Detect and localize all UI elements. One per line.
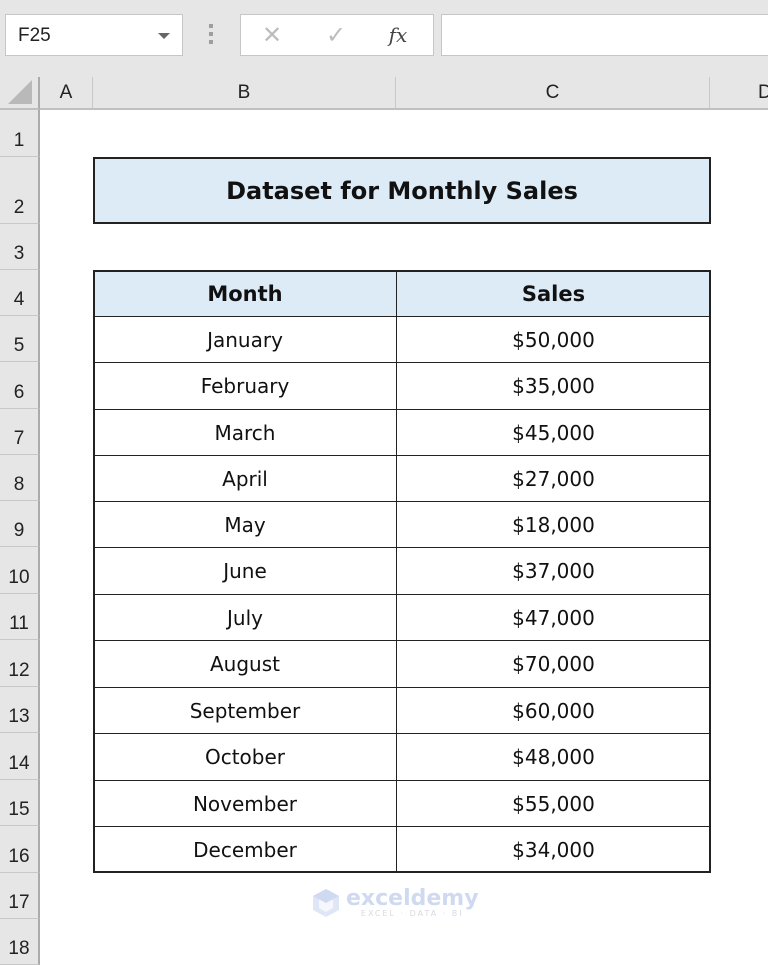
formula-bar: F25 ✕ ✓ fx (0, 0, 768, 77)
sales-cell[interactable]: $50,000 (396, 316, 711, 363)
row-header[interactable]: 13 (0, 687, 40, 733)
header-month[interactable]: Month (93, 270, 397, 317)
row-header[interactable]: 18 (0, 919, 40, 965)
cancel-icon[interactable]: ✕ (257, 21, 287, 49)
column-header-a[interactable]: A (40, 77, 93, 110)
sales-cell[interactable]: $48,000 (396, 733, 711, 781)
row-header[interactable]: 6 (0, 362, 40, 409)
sales-cell[interactable]: $34,000 (396, 826, 711, 873)
column-header-c[interactable]: C (396, 77, 710, 110)
name-box-dropdown-icon[interactable] (158, 33, 170, 39)
row-header[interactable]: 3 (0, 224, 40, 270)
row-header[interactable]: 2 (0, 157, 40, 224)
row-header[interactable]: 14 (0, 733, 40, 780)
row-header[interactable]: 4 (0, 270, 40, 316)
exceldemy-watermark: exceldemy EXCEL · DATA · BI (312, 885, 479, 918)
month-cell[interactable]: April (93, 455, 397, 502)
enter-icon[interactable]: ✓ (321, 21, 351, 49)
month-cell[interactable]: March (93, 409, 397, 456)
dataset-title-cell[interactable]: Dataset for Monthly Sales (93, 157, 711, 224)
formula-input[interactable] (441, 14, 768, 56)
sales-cell[interactable]: $60,000 (396, 687, 711, 734)
row-header[interactable]: 12 (0, 640, 40, 687)
month-cell[interactable]: July (93, 594, 397, 641)
month-cell[interactable]: October (93, 733, 397, 781)
row-header[interactable]: 5 (0, 316, 40, 362)
select-all-button[interactable] (0, 77, 40, 110)
select-all-icon (8, 80, 32, 104)
row-header[interactable]: 16 (0, 826, 40, 873)
name-box[interactable]: F25 (5, 14, 183, 56)
month-cell[interactable]: November (93, 780, 397, 827)
exceldemy-logo-icon (313, 889, 339, 917)
sales-cell[interactable]: $55,000 (396, 780, 711, 827)
month-cell[interactable]: December (93, 826, 397, 873)
sales-cell[interactable]: $35,000 (396, 362, 711, 410)
row-header[interactable]: 8 (0, 455, 40, 501)
row-header[interactable]: 9 (0, 501, 40, 547)
formula-buttons: ✕ ✓ fx (240, 14, 434, 56)
watermark-brand: exceldemy (346, 885, 479, 911)
month-cell[interactable]: February (93, 362, 397, 410)
sales-cell[interactable]: $45,000 (396, 409, 711, 456)
sales-cell[interactable]: $70,000 (396, 640, 711, 688)
row-header[interactable]: 7 (0, 409, 40, 455)
sales-cell[interactable]: $47,000 (396, 594, 711, 641)
row-header[interactable]: 11 (0, 594, 40, 640)
drag-handle-icon[interactable] (209, 24, 213, 48)
sales-cell[interactable]: $18,000 (396, 501, 711, 548)
month-cell[interactable]: January (93, 316, 397, 363)
month-cell[interactable]: September (93, 687, 397, 734)
sales-cell[interactable]: $37,000 (396, 547, 711, 595)
row-header[interactable]: 17 (0, 873, 40, 919)
column-header-d[interactable]: D (710, 77, 768, 110)
name-box-value: F25 (18, 25, 51, 46)
month-cell[interactable]: August (93, 640, 397, 688)
row-header[interactable]: 1 (0, 110, 40, 157)
insert-function-icon[interactable]: fx (383, 21, 413, 49)
sales-cell[interactable]: $27,000 (396, 455, 711, 502)
row-header[interactable]: 15 (0, 780, 40, 826)
row-header[interactable]: 10 (0, 547, 40, 594)
month-cell[interactable]: May (93, 501, 397, 548)
month-cell[interactable]: June (93, 547, 397, 595)
column-header-b[interactable]: B (93, 77, 396, 110)
watermark-tagline: EXCEL · DATA · BI (360, 908, 464, 918)
header-sales[interactable]: Sales (396, 270, 711, 317)
